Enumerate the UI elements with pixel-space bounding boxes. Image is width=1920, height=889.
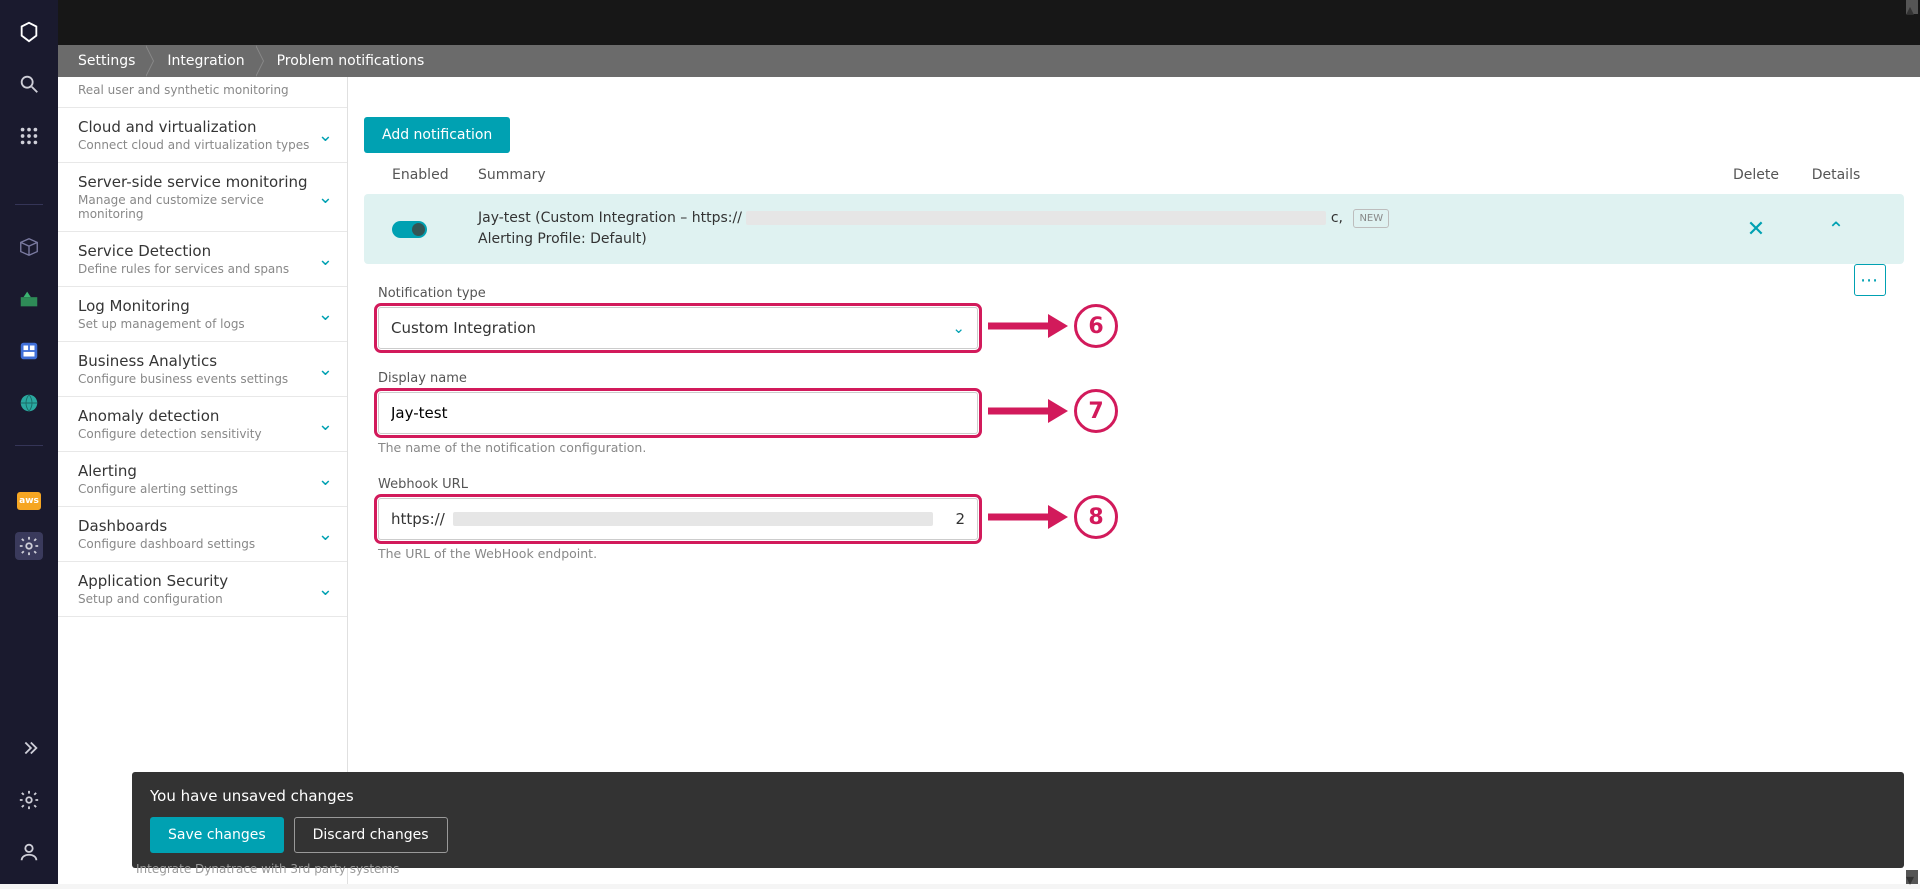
sidebar-item-title: Alerting [78, 462, 238, 480]
sidebar-item-desc: Manage and customize service monitoring [78, 193, 312, 221]
dashboard-icon[interactable] [15, 337, 43, 365]
sidebar-item-title: Service Detection [78, 242, 289, 260]
sidebar-item-title: Anomaly detection [78, 407, 262, 425]
sidebar-item-alerting[interactable]: Alerting Configure alerting settings ⌄ [58, 452, 347, 507]
top-app-bar [58, 0, 1920, 45]
notification-type-select[interactable]: Custom Integration ⌄ [378, 307, 978, 349]
gear-icon[interactable] [15, 786, 43, 814]
settings-sidebar: Real user and synthetic monitoring Cloud… [58, 77, 348, 884]
breadcrumb: Settings Integration Problem notificatio… [58, 45, 1920, 77]
annotation-7: 7 [1074, 389, 1118, 433]
webhook-url-prefix: https:// [391, 510, 445, 528]
chevron-down-icon: ⌄ [318, 249, 333, 270]
annotation-8: 8 [1074, 495, 1118, 539]
sidebar-item-service-detection[interactable]: Service Detection Define rules for servic… [58, 232, 347, 287]
add-notification-button[interactable]: Add notification [364, 117, 510, 153]
sidebar-item-title: Application Security [78, 572, 228, 590]
collapse-icon[interactable]: ⌃ [1828, 217, 1845, 241]
enabled-toggle[interactable] [392, 221, 427, 238]
webhook-url-input[interactable]: https:// 2 [378, 498, 978, 540]
webhook-url-suffix: 2 [955, 510, 965, 528]
chevron-down-icon: ⌄ [318, 304, 333, 325]
apps-grid-icon[interactable] [15, 122, 43, 150]
unsaved-message: You have unsaved changes [150, 787, 1886, 805]
scrollbar-down-icon[interactable]: ▾ [1906, 870, 1918, 884]
integrate-peek-text: Integrate Dynatrace with 3rd party syste… [136, 862, 399, 876]
globe-icon[interactable] [15, 389, 43, 417]
breadcrumb-integration[interactable]: Integration [157, 45, 254, 77]
webhook-url-help: The URL of the WebHook endpoint. [378, 546, 978, 561]
chevron-down-icon: ⌄ [318, 125, 333, 146]
display-name-label: Display name [378, 371, 978, 386]
chevron-down-icon: ⌄ [318, 469, 333, 490]
sidebar-item-desc: Set up management of logs [78, 317, 245, 331]
notification-summary: Jay-test (Custom Integration – https:// … [478, 208, 1716, 250]
col-details: Details [1796, 167, 1876, 183]
chevron-down-icon: ⌄ [318, 187, 333, 208]
settings-gear-icon[interactable] [15, 532, 43, 560]
sidebar-item-desc: Configure business events settings [78, 372, 288, 386]
display-name-help: The name of the notification configurati… [378, 440, 978, 455]
sidebar-item-application-security[interactable]: Application Security Setup and configurat… [58, 562, 347, 617]
new-badge: NEW [1353, 209, 1389, 228]
user-icon[interactable] [15, 838, 43, 866]
chevron-down-icon: ⌄ [318, 414, 333, 435]
sidebar-item-desc: Configure alerting settings [78, 482, 238, 496]
col-enabled: Enabled [392, 167, 478, 183]
delete-icon[interactable]: ✕ [1747, 217, 1765, 242]
notification-row: Jay-test (Custom Integration – https:// … [364, 194, 1904, 264]
search-icon[interactable] [15, 70, 43, 98]
notification-type-label: Notification type [378, 286, 978, 301]
sidebar-item-title: Business Analytics [78, 352, 288, 370]
left-navigation-rail: aws [0, 0, 58, 884]
discard-changes-button[interactable]: Discard changes [294, 817, 448, 853]
breadcrumb-problem-notifications: Problem notifications [267, 45, 435, 77]
sidebar-item-desc: Connect cloud and virtualization types [78, 138, 309, 152]
col-summary: Summary [478, 167, 1716, 183]
breadcrumb-settings[interactable]: Settings [68, 45, 145, 77]
sidebar-partial-top: Real user and synthetic monitoring [58, 77, 347, 108]
display-name-input[interactable] [378, 392, 978, 434]
chevron-down-icon: ⌄ [318, 359, 333, 380]
expand-icon[interactable] [15, 734, 43, 762]
scrollbar-up-icon[interactable]: ▴ [1906, 0, 1918, 14]
sidebar-item-desc: Configure dashboard settings [78, 537, 255, 551]
notification-type-value: Custom Integration [391, 319, 536, 337]
logo-icon[interactable] [15, 18, 43, 46]
chevron-down-icon: ⌄ [952, 319, 965, 337]
aws-icon[interactable]: aws [17, 492, 41, 510]
sidebar-item-title: Server-side service monitoring [78, 173, 312, 191]
redacted-url-input [453, 512, 933, 526]
main-content: Add notification Enabled Summary Delete … [348, 77, 1920, 884]
sidebar-item-title: Dashboards [78, 517, 255, 535]
summary-line2: Alerting Profile: Default) [478, 229, 1716, 250]
notifications-table-header: Enabled Summary Delete Details [364, 153, 1904, 194]
cube-icon[interactable] [15, 233, 43, 261]
sidebar-item-dashboards[interactable]: Dashboards Configure dashboard settings ⌄ [58, 507, 347, 562]
save-changes-button[interactable]: Save changes [150, 817, 284, 853]
webhook-url-label: Webhook URL [378, 477, 978, 492]
more-options-button[interactable]: ⋯ [1854, 264, 1886, 296]
sidebar-item-log-monitoring[interactable]: Log MonitoringSet up management of logs … [58, 287, 347, 342]
sidebar-item-title: Cloud and virtualization [78, 118, 309, 136]
sidebar-item-business-analytics[interactable]: Business Analytics Configure business eve… [58, 342, 347, 397]
annotation-6: 6 [1074, 304, 1118, 348]
sidebar-item-desc: Configure detection sensitivity [78, 427, 262, 441]
summary-line1-suffix: c, [1331, 210, 1343, 226]
sidebar-item-desc: Define rules for services and spans [78, 262, 289, 276]
col-delete: Delete [1716, 167, 1796, 183]
sidebar-item-anomaly-detection[interactable]: Anomaly detection Configure detection sen… [58, 397, 347, 452]
unsaved-changes-bar: You have unsaved changes Save changes Di… [132, 772, 1904, 868]
sidebar-item-desc: Setup and configuration [78, 592, 228, 606]
chevron-down-icon: ⌄ [318, 524, 333, 545]
redacted-url [746, 211, 1326, 225]
sidebar-item-title: Log Monitoring [78, 297, 245, 315]
summary-line1-prefix: Jay-test (Custom Integration – https:// [478, 210, 742, 226]
sidebar-item-cloud-virtualization[interactable]: Cloud and virtualization Connect cloud an… [58, 108, 347, 163]
infrastructure-icon[interactable] [15, 285, 43, 313]
chevron-down-icon: ⌄ [318, 579, 333, 600]
sidebar-item-server-side[interactable]: Server-side service monitoring Manage and… [58, 163, 347, 232]
